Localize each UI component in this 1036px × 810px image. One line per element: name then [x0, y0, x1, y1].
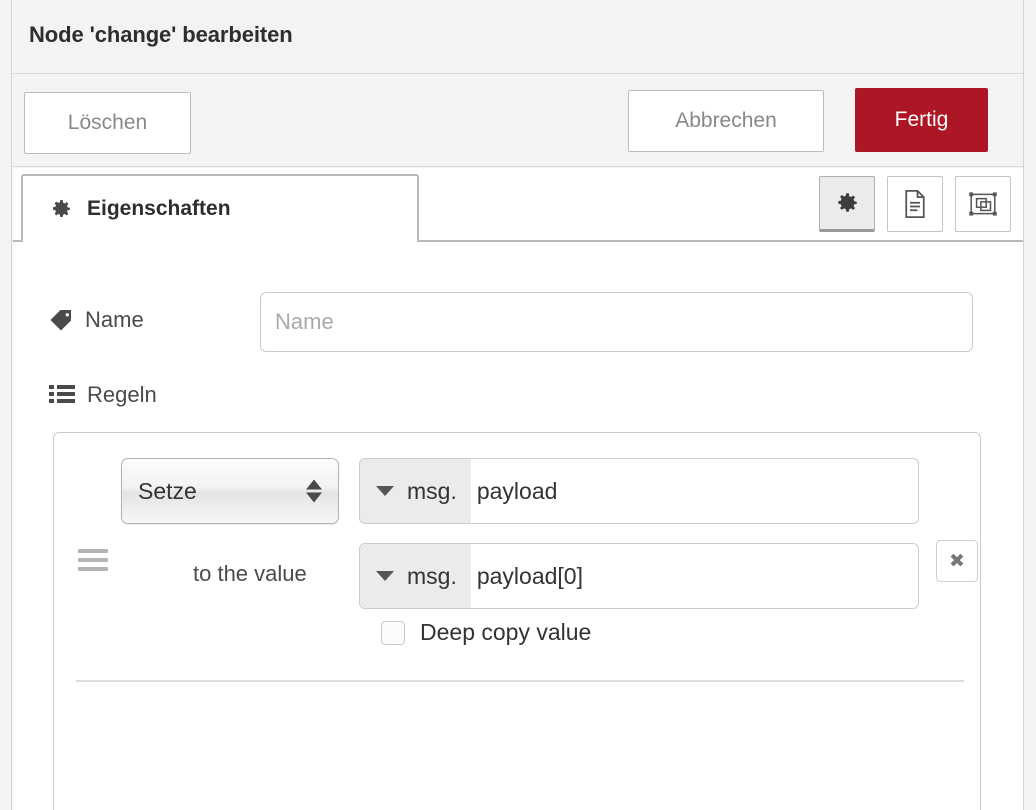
- rule-target-typed-input: msg.: [359, 458, 919, 524]
- rules-section-label: Regeln: [49, 382, 157, 408]
- chevron-down-icon: [376, 571, 394, 581]
- panel-settings-button[interactable]: [819, 176, 875, 232]
- rule-action-select[interactable]: Setze: [121, 458, 339, 524]
- dialog-right-gutter: [1023, 0, 1036, 810]
- rule-divider: [76, 680, 964, 682]
- dialog-left-gutter: [0, 0, 12, 810]
- edit-node-dialog: Node 'change' bearbeiten Löschen Abbrech…: [0, 0, 1036, 810]
- deep-copy-label: Deep copy value: [420, 619, 592, 645]
- drag-handle-icon[interactable]: [78, 549, 108, 571]
- tag-icon: [49, 309, 73, 331]
- rule-action-value: Setze: [138, 477, 197, 504]
- panel-description-button[interactable]: [887, 176, 943, 232]
- name-label-text: Name: [85, 307, 144, 332]
- dialog-button-bar: Löschen Abbrechen Fertig: [13, 75, 1023, 167]
- dialog-tab-bar: Eigenschaften: [13, 168, 1023, 242]
- rule-source-type-selector[interactable]: msg.: [360, 544, 471, 608]
- rule-target-type-selector[interactable]: msg.: [360, 459, 471, 523]
- chevron-down-icon: [376, 486, 394, 496]
- rule-source-input[interactable]: [470, 544, 918, 608]
- gear-icon: [834, 190, 860, 216]
- gear-icon: [49, 197, 73, 221]
- deep-copy-checkbox[interactable]: [381, 620, 405, 645]
- dialog-body: Name Regeln: [13, 242, 1023, 810]
- rule-value-label: to the value: [193, 561, 307, 586]
- form-row-rules-label: Regeln: [13, 382, 1023, 422]
- stepper-arrows-icon: [306, 479, 322, 503]
- delete-button[interactable]: Löschen: [24, 92, 191, 154]
- rule-delete-button[interactable]: ✖: [936, 540, 978, 582]
- name-input[interactable]: [260, 292, 973, 352]
- rule-source-typed-input: msg.: [359, 543, 919, 609]
- dialog-title: Node 'change' bearbeiten: [29, 22, 293, 47]
- document-icon: [902, 189, 928, 219]
- appearance-icon: [968, 191, 998, 217]
- cancel-button[interactable]: Abbrechen: [628, 90, 824, 152]
- panel-appearance-button[interactable]: [955, 176, 1011, 232]
- tab-properties[interactable]: Eigenschaften: [21, 174, 419, 242]
- name-field-label: Name: [49, 307, 144, 333]
- rule-target-input[interactable]: [470, 459, 918, 523]
- deep-copy-row[interactable]: Deep copy value: [381, 619, 591, 646]
- form-row-name: Name: [13, 287, 1023, 355]
- rules-label-text: Regeln: [87, 382, 157, 407]
- dialog-titlebar: Node 'change' bearbeiten: [13, 0, 1023, 74]
- done-button[interactable]: Fertig: [855, 88, 988, 152]
- rule-source-type-label: msg.: [407, 562, 457, 589]
- list-icon: [49, 384, 75, 406]
- rule-row: Setze msg. to the value: [54, 433, 980, 682]
- rules-list: Setze msg. to the value: [53, 432, 981, 810]
- rule-target-type-label: msg.: [407, 477, 457, 504]
- tab-properties-label: Eigenschaften: [87, 197, 231, 220]
